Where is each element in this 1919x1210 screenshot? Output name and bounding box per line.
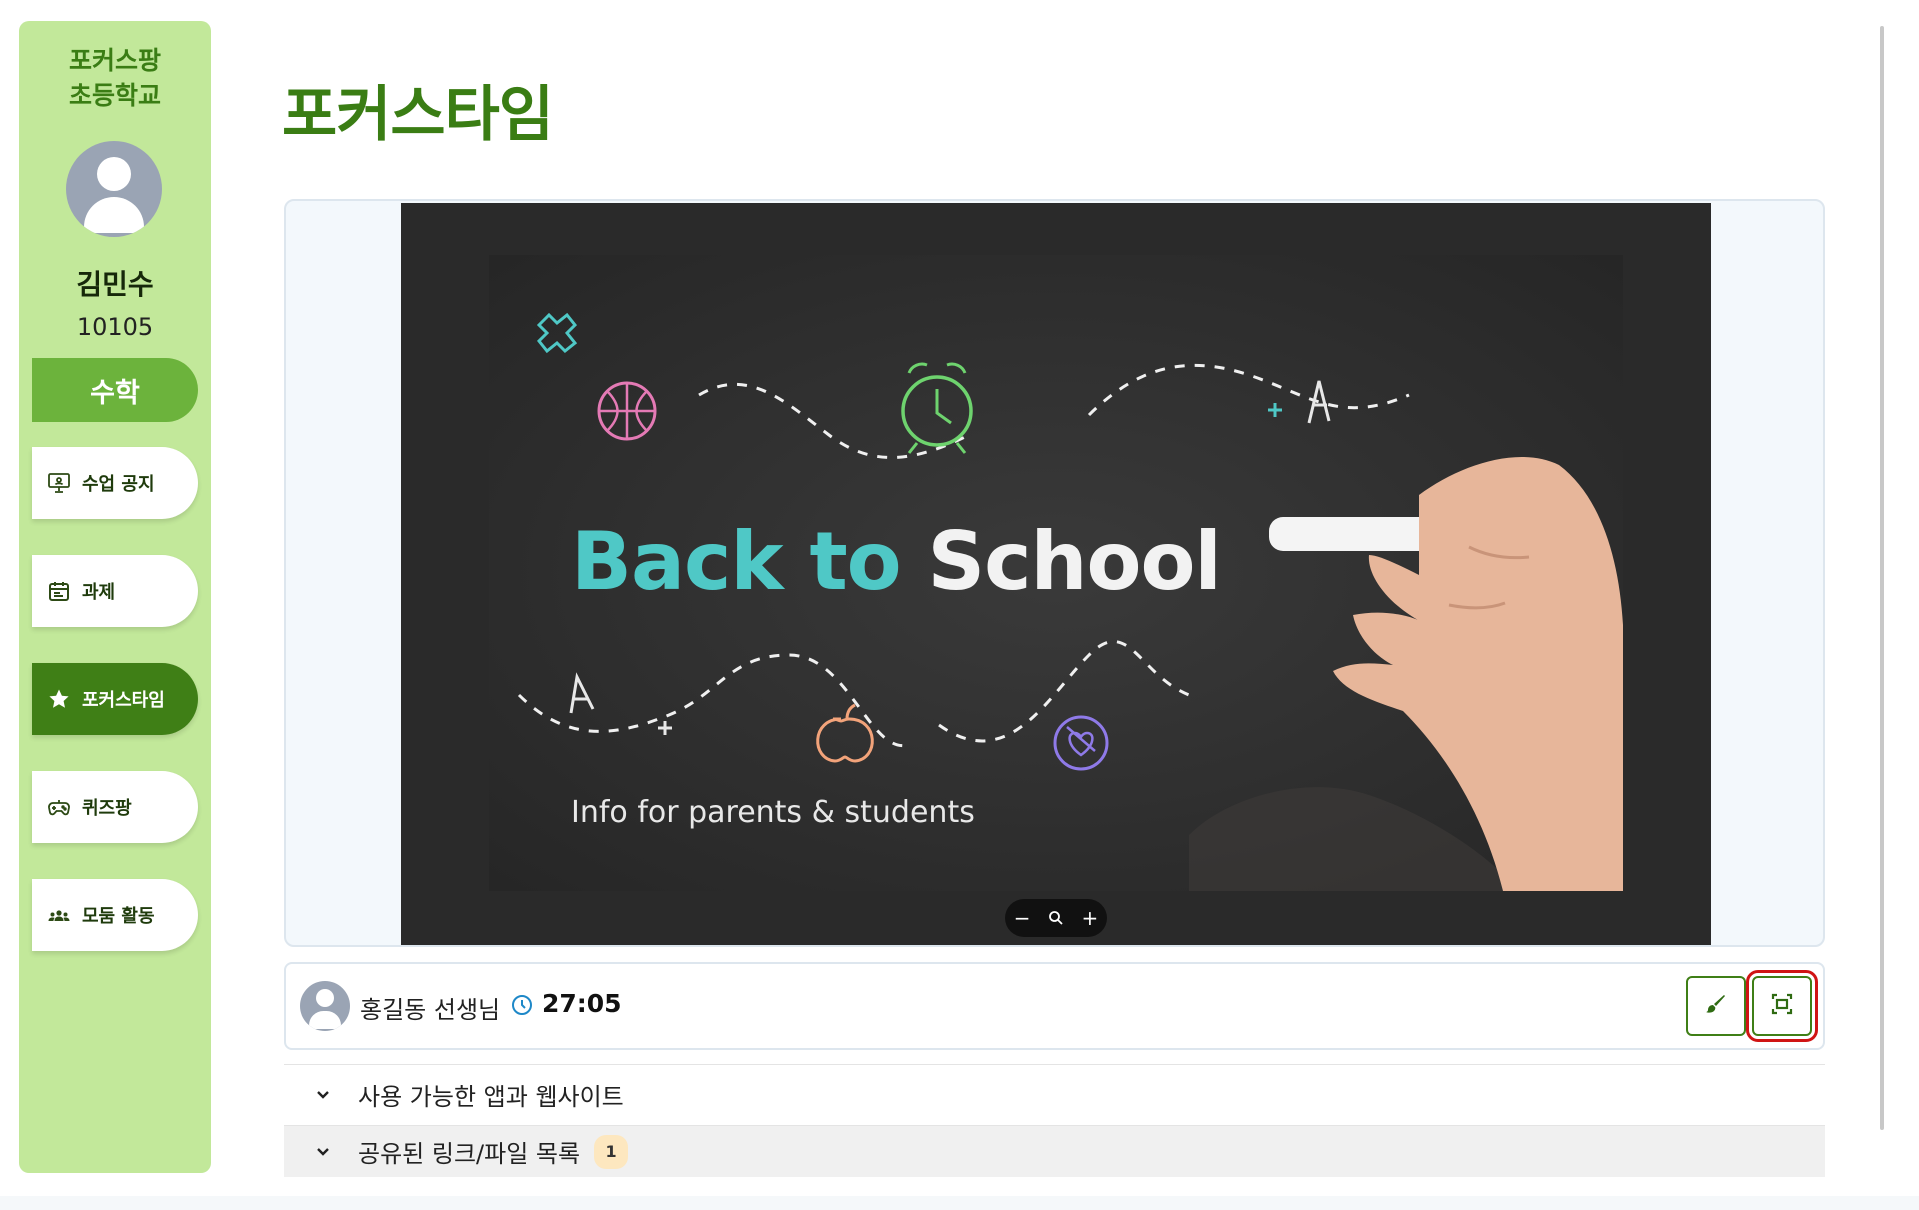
star-icon bbox=[46, 686, 72, 712]
presentation-board-icon bbox=[46, 470, 72, 496]
page-title: 포커스타임 bbox=[282, 80, 554, 150]
draw-button[interactable] bbox=[1686, 976, 1746, 1036]
slide-title-part1: Back to bbox=[571, 515, 928, 608]
zoom-icon bbox=[1048, 910, 1064, 926]
zoom-controls: − + bbox=[1005, 899, 1107, 937]
zoom-out-button[interactable]: − bbox=[1014, 906, 1031, 930]
scrollbar[interactable] bbox=[1880, 26, 1884, 1130]
sidebar: 포커스팡 초등학교 김민수 10105 수학 수업 공지 과제 포커스타임 퀴즈… bbox=[19, 21, 211, 1173]
teacher-info-bar: 홍길동 선생님 27:05 bbox=[284, 962, 1825, 1050]
school-name: 포커스팡 초등학교 bbox=[68, 46, 161, 110]
zoom-in-button[interactable]: + bbox=[1081, 906, 1098, 930]
nav-label: 퀴즈팡 bbox=[82, 798, 132, 819]
presentation-slide: Back to School Info for parents & studen… bbox=[489, 255, 1623, 891]
fullscreen-button[interactable] bbox=[1746, 970, 1818, 1042]
bottom-strip bbox=[0, 1196, 1919, 1210]
teacher-avatar bbox=[300, 981, 350, 1031]
chevron-down-icon bbox=[308, 1086, 338, 1104]
screen-share-viewer[interactable]: Back to School Info for parents & studen… bbox=[284, 199, 1825, 947]
accordion-available-apps[interactable]: 사용 가능한 앱과 웹사이트 bbox=[284, 1064, 1825, 1124]
nav-label: 수업 공지 bbox=[82, 474, 155, 495]
student-avatar bbox=[66, 141, 162, 237]
clock-icon bbox=[511, 994, 533, 1020]
nav-item-group-activity[interactable]: 모둠 활동 bbox=[32, 879, 198, 951]
chevron-down-icon bbox=[308, 1143, 338, 1161]
student-name: 김민수 bbox=[76, 268, 154, 301]
nav-item-class-notice[interactable]: 수업 공지 bbox=[32, 447, 198, 519]
shared-screen: Back to School Info for parents & studen… bbox=[401, 203, 1711, 945]
count-badge: 1 bbox=[594, 1134, 629, 1169]
slide-title-part2: School bbox=[927, 515, 1222, 608]
nav-label: 모둠 활동 bbox=[82, 906, 155, 927]
subject-tag[interactable]: 수학 bbox=[32, 358, 198, 422]
nav-item-assignments[interactable]: 과제 bbox=[32, 555, 198, 627]
group-icon bbox=[46, 902, 72, 928]
nav-item-quizpang[interactable]: 퀴즈팡 bbox=[32, 771, 198, 843]
hand-with-chalk bbox=[1269, 456, 1623, 891]
focus-timer: 27:05 bbox=[542, 989, 622, 1018]
brush-icon bbox=[1704, 992, 1728, 1020]
fullscreen-icon bbox=[1769, 991, 1795, 1021]
student-id: 10105 bbox=[76, 313, 154, 341]
accordion-label: 사용 가능한 앱과 웹사이트 bbox=[358, 1083, 624, 1111]
teacher-name: 홍길동 선생님 bbox=[360, 996, 501, 1024]
slide-title: Back to School bbox=[571, 515, 1222, 608]
gamepad-icon bbox=[46, 794, 72, 820]
nav-label: 포커스타임 bbox=[82, 690, 165, 711]
calendar-icon bbox=[46, 578, 72, 604]
accordion-label: 공유된 링크/파일 목록 bbox=[358, 1140, 581, 1168]
accordion-shared-links[interactable]: 공유된 링크/파일 목록 1 bbox=[284, 1125, 1825, 1177]
nav-label: 과제 bbox=[82, 582, 116, 603]
nav-item-focustime[interactable]: 포커스타임 bbox=[32, 663, 198, 735]
slide-subtitle: Info for parents & students bbox=[571, 795, 975, 830]
